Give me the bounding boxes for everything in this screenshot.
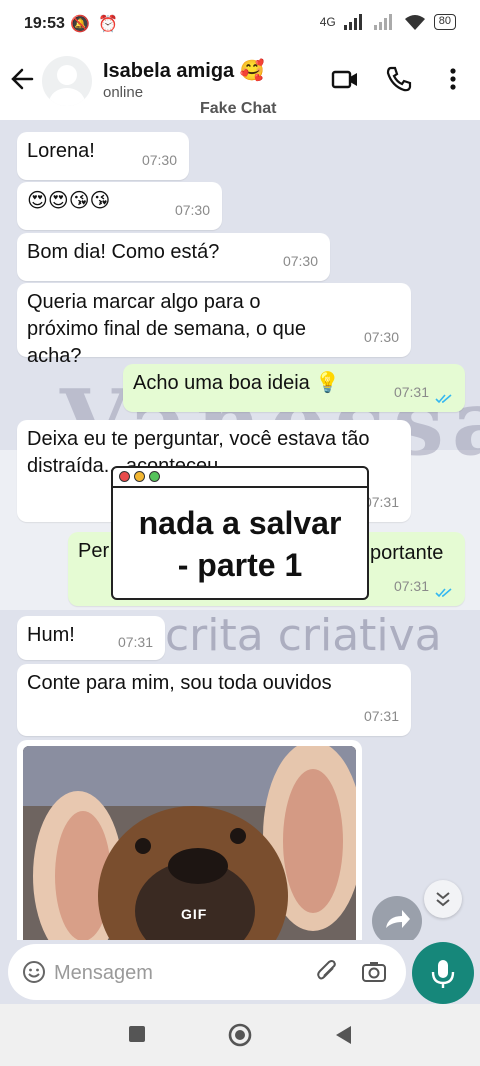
network-label: 4G bbox=[319, 15, 336, 29]
status-time: 19:53 bbox=[24, 15, 65, 32]
message-time: 07:31 bbox=[363, 708, 399, 724]
battery-level: 80 bbox=[433, 14, 456, 30]
message-text: 😍😍😘😘 bbox=[27, 190, 111, 212]
message-text: Hum! bbox=[27, 624, 75, 646]
overlay-title-line1: nada a salvar bbox=[138, 505, 342, 541]
home-icon[interactable] bbox=[227, 1022, 253, 1048]
signal-off-icon bbox=[373, 14, 392, 30]
contact-status: online bbox=[103, 84, 144, 101]
message-input[interactable]: Mensagem bbox=[8, 944, 406, 1000]
message-text: Acho uma boa ideia 💡 bbox=[133, 372, 341, 394]
chat-area[interactable]: Vanessa escrita criativa Lorena! 07:30 😍… bbox=[0, 120, 480, 940]
forward-icon bbox=[386, 910, 410, 928]
message-text: Queria marcar algo para o próximo final … bbox=[27, 291, 307, 367]
message-time: 07:31 bbox=[393, 384, 429, 400]
message-time: 07:31 bbox=[393, 578, 429, 594]
maximize-dot-icon bbox=[149, 471, 160, 482]
voice-message-button[interactable] bbox=[412, 942, 474, 1004]
video-call-icon[interactable] bbox=[330, 64, 360, 94]
voice-call-icon[interactable] bbox=[384, 64, 414, 94]
overlay-window: nada a salvar - parte 1 bbox=[111, 466, 369, 600]
message-text-tail: portante bbox=[370, 542, 444, 564]
message-time: 07:31 bbox=[363, 494, 399, 510]
overlay-titlebar bbox=[113, 468, 367, 488]
message-bubble-outgoing[interactable]: Acho uma boa ideia 💡 07:31 bbox=[123, 364, 465, 412]
message-time: 07:30 bbox=[282, 253, 318, 269]
signal-icon bbox=[343, 14, 362, 30]
message-time: 07:30 bbox=[174, 202, 210, 218]
gif-image[interactable]: GIF bbox=[23, 746, 356, 940]
microphone-icon bbox=[431, 960, 455, 988]
scroll-down-button[interactable] bbox=[424, 880, 462, 918]
status-left-icons: 🔕 ⏰ bbox=[70, 16, 121, 33]
avatar[interactable] bbox=[42, 56, 92, 106]
message-time: 07:31 bbox=[117, 634, 153, 650]
message-bubble[interactable]: Conte para mim, sou toda ouvidos 07:31 bbox=[17, 664, 411, 736]
message-time: 07:30 bbox=[363, 329, 399, 345]
close-dot-icon bbox=[119, 471, 130, 482]
gif-label: GIF bbox=[181, 906, 208, 922]
message-time: 07:30 bbox=[141, 152, 177, 168]
fake-chat-label: Fake Chat bbox=[200, 100, 277, 117]
read-ticks-icon bbox=[435, 394, 452, 404]
attach-icon[interactable] bbox=[313, 958, 341, 986]
chat-header: Isabela amiga 🥰 online Fake Chat bbox=[0, 50, 480, 120]
status-bar: 19:53 🔕 ⏰ 4G 80 bbox=[0, 0, 480, 50]
double-chevron-down-icon bbox=[436, 892, 450, 907]
message-placeholder: Mensagem bbox=[54, 962, 153, 984]
message-text: Conte para mim, sou toda ouvidos bbox=[27, 672, 332, 694]
camera-icon[interactable] bbox=[360, 958, 388, 986]
message-bubble[interactable]: 😍😍😘😘 07:30 bbox=[17, 182, 222, 230]
overlay-title: nada a salvar - parte 1 bbox=[113, 502, 367, 586]
recents-icon[interactable] bbox=[127, 1024, 147, 1044]
read-ticks-icon bbox=[435, 588, 452, 598]
overlay-title-line2: - parte 1 bbox=[177, 547, 303, 583]
gif-message[interactable]: GIF bbox=[17, 740, 362, 940]
message-text: Lorena! bbox=[27, 140, 95, 162]
back-nav-icon[interactable] bbox=[333, 1024, 353, 1046]
message-text: Per bbox=[78, 540, 110, 562]
minimize-dot-icon bbox=[134, 471, 145, 482]
message-bubble[interactable]: Bom dia! Como está? 07:30 bbox=[17, 233, 330, 281]
message-text: Bom dia! Como está? bbox=[27, 241, 220, 263]
back-arrow-icon[interactable] bbox=[8, 64, 36, 94]
forward-button[interactable] bbox=[372, 896, 422, 940]
message-bubble[interactable]: Lorena! 07:30 bbox=[17, 132, 189, 180]
message-bubble[interactable]: Queria marcar algo para o próximo final … bbox=[17, 283, 411, 367]
system-nav-bar bbox=[0, 1004, 480, 1066]
more-options-icon[interactable] bbox=[440, 64, 470, 94]
contact-name[interactable]: Isabela amiga 🥰 bbox=[103, 58, 265, 83]
message-bubble[interactable]: Hum! 07:31 bbox=[17, 616, 165, 660]
emoji-icon[interactable] bbox=[22, 960, 46, 984]
wifi-icon bbox=[404, 15, 425, 30]
message-composer: Mensagem bbox=[0, 940, 480, 1004]
status-right-icons: 4G 80 bbox=[320, 14, 456, 30]
